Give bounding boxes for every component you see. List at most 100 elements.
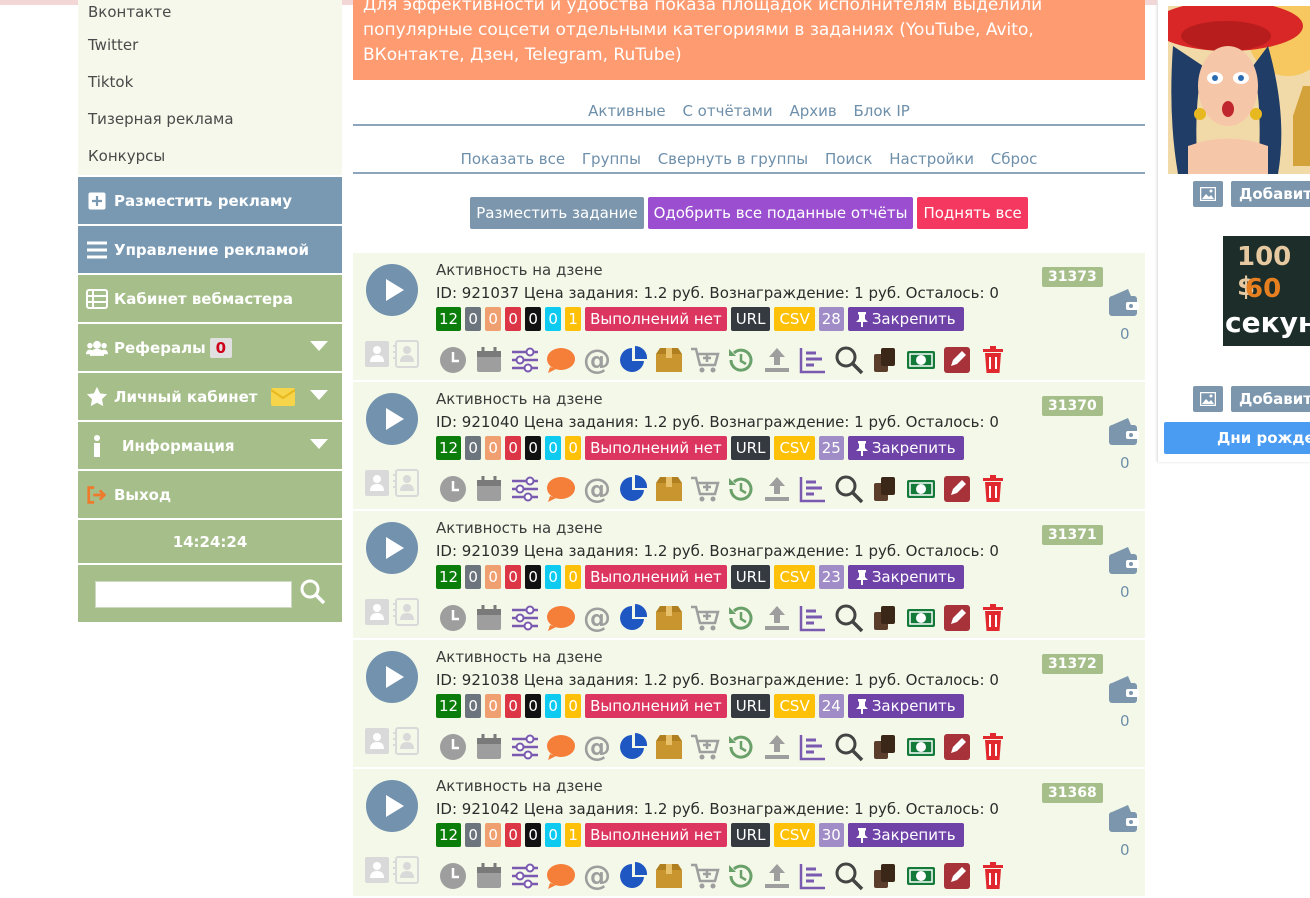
money-icon[interactable]: [905, 860, 936, 891]
banner-image-woman[interactable]: [1168, 6, 1310, 174]
wallet-icon[interactable]: [1108, 804, 1140, 838]
groups-link[interactable]: Группы: [582, 150, 641, 168]
comment-icon[interactable]: [545, 473, 576, 504]
contact-card-icon[interactable]: [393, 856, 421, 888]
no-executions-badge[interactable]: Выполнений нет: [585, 823, 727, 847]
cart-plus-icon[interactable]: [689, 860, 720, 891]
collapse-groups-link[interactable]: Свернуть в группы: [658, 150, 808, 168]
pie-chart-icon[interactable]: [617, 344, 648, 375]
sliders-icon[interactable]: [509, 344, 540, 375]
money-icon[interactable]: [905, 731, 936, 762]
promo-banner[interactable]: 100 $ 60 секун: [1223, 236, 1310, 346]
trash-icon[interactable]: [977, 602, 1008, 633]
id-card-icon[interactable]: [364, 340, 390, 372]
play-button[interactable]: [366, 264, 418, 316]
upload-icon[interactable]: [761, 860, 792, 891]
pin-button[interactable]: Закрепить: [847, 307, 964, 331]
sidebar-item-account[interactable]: Личный кабинет: [78, 373, 342, 420]
bar-chart-icon[interactable]: [797, 731, 828, 762]
comment-icon[interactable]: [545, 860, 576, 891]
at-icon[interactable]: @: [581, 602, 612, 633]
clock-icon[interactable]: [437, 602, 468, 633]
magnifier-icon[interactable]: [833, 731, 864, 762]
url-badge[interactable]: URL: [730, 694, 771, 718]
pie-chart-icon[interactable]: [617, 473, 648, 504]
box-icon[interactable]: [653, 602, 684, 633]
sidebar-link-vk[interactable]: Вконтакте: [78, 0, 342, 27]
sidebar-item-place-ad[interactable]: Разместить рекламу: [78, 177, 342, 224]
contact-card-icon[interactable]: [393, 598, 421, 630]
contact-card-icon[interactable]: [393, 469, 421, 501]
place-task-button[interactable]: Разместить задание: [470, 197, 644, 229]
settings-link[interactable]: Настройки: [889, 150, 974, 168]
comment-icon[interactable]: [545, 344, 576, 375]
sliders-icon[interactable]: [509, 602, 540, 633]
no-executions-badge[interactable]: Выполнений нет: [585, 436, 727, 460]
money-icon[interactable]: [905, 344, 936, 375]
pie-chart-icon[interactable]: [617, 602, 648, 633]
upload-icon[interactable]: [761, 344, 792, 375]
sidebar-link-contests[interactable]: Конкурсы: [78, 138, 342, 175]
calendar-icon[interactable]: [473, 602, 504, 633]
add-banner-button[interactable]: Добавить: [1231, 181, 1310, 207]
sidebar-link-twitter[interactable]: Twitter: [78, 27, 342, 64]
copy-icon[interactable]: [869, 731, 900, 762]
task-title[interactable]: Активность на дзене: [436, 390, 603, 408]
id-card-icon[interactable]: [364, 856, 390, 888]
chevron-down-icon[interactable]: [310, 439, 328, 449]
image-icon[interactable]: [1193, 386, 1223, 412]
at-icon[interactable]: @: [581, 473, 612, 504]
pin-button[interactable]: Закрепить: [847, 436, 964, 460]
pin-button[interactable]: Закрепить: [847, 823, 964, 847]
history-icon[interactable]: [725, 602, 756, 633]
id-card-icon[interactable]: [364, 469, 390, 501]
sliders-icon[interactable]: [509, 473, 540, 504]
task-title[interactable]: Активность на дзене: [436, 261, 603, 279]
csv-badge[interactable]: CSV: [774, 565, 815, 589]
pie-chart-icon[interactable]: [617, 860, 648, 891]
trash-icon[interactable]: [977, 731, 1008, 762]
add-banner-button[interactable]: Добавить: [1231, 386, 1310, 412]
csv-badge[interactable]: CSV: [774, 694, 815, 718]
play-button[interactable]: [366, 780, 418, 832]
sidebar-item-referrals[interactable]: Рефералы 0: [78, 324, 342, 371]
box-icon[interactable]: [653, 731, 684, 762]
upload-icon[interactable]: [761, 602, 792, 633]
history-icon[interactable]: [725, 473, 756, 504]
history-icon[interactable]: [725, 731, 756, 762]
clock-icon[interactable]: [437, 860, 468, 891]
bar-chart-icon[interactable]: [797, 860, 828, 891]
copy-icon[interactable]: [869, 473, 900, 504]
pie-chart-icon[interactable]: [617, 731, 648, 762]
play-button[interactable]: [366, 651, 418, 703]
calendar-icon[interactable]: [473, 860, 504, 891]
task-title[interactable]: Активность на дзене: [436, 519, 603, 537]
at-icon[interactable]: @: [581, 344, 612, 375]
edit-icon[interactable]: [941, 602, 972, 633]
bar-chart-icon[interactable]: [797, 602, 828, 633]
money-icon[interactable]: [905, 602, 936, 633]
id-card-icon[interactable]: [364, 598, 390, 630]
trash-icon[interactable]: [977, 473, 1008, 504]
wallet-icon[interactable]: [1108, 675, 1140, 709]
play-button[interactable]: [366, 393, 418, 445]
clock-icon[interactable]: [437, 473, 468, 504]
trash-icon[interactable]: [977, 860, 1008, 891]
edit-icon[interactable]: [941, 473, 972, 504]
box-icon[interactable]: [653, 860, 684, 891]
search-link[interactable]: Поиск: [825, 150, 873, 168]
edit-icon[interactable]: [941, 860, 972, 891]
cart-plus-icon[interactable]: [689, 602, 720, 633]
no-executions-badge[interactable]: Выполнений нет: [585, 307, 727, 331]
pin-button[interactable]: Закрепить: [847, 565, 964, 589]
tab-ip-block[interactable]: Блок IP: [854, 102, 910, 120]
approve-all-button[interactable]: Одобрить все поданные отчёты: [647, 197, 914, 229]
tab-archive[interactable]: Архив: [789, 102, 836, 120]
wallet-icon[interactable]: [1108, 546, 1140, 580]
magnifier-icon[interactable]: [833, 473, 864, 504]
clock-icon[interactable]: [437, 731, 468, 762]
calendar-icon[interactable]: [473, 344, 504, 375]
calendar-icon[interactable]: [473, 473, 504, 504]
edit-icon[interactable]: [941, 731, 972, 762]
url-badge[interactable]: URL: [730, 307, 771, 331]
